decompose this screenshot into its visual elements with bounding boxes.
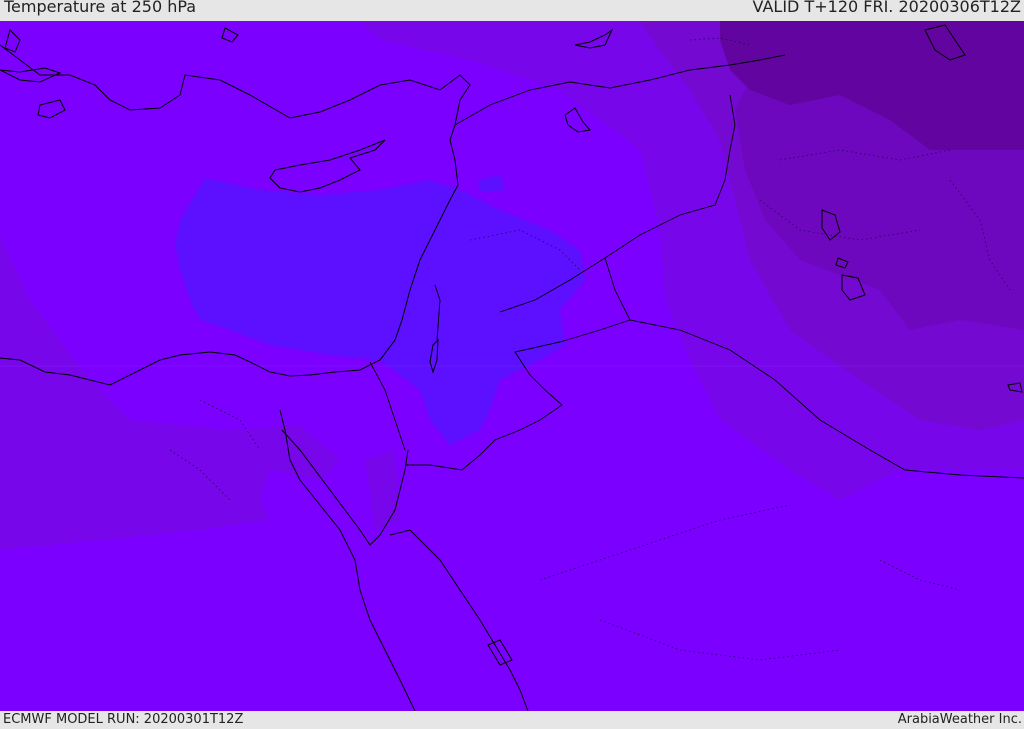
map-title: Temperature at 250 hPa: [4, 0, 197, 16]
footer-bar: ECMWF MODEL RUN: 20200301T12Z ArabiaWeat…: [0, 711, 1024, 729]
header-bar: Temperature at 250 hPa VALID T+120 FRI. …: [0, 0, 1024, 21]
credit: ArabiaWeather Inc.: [897, 712, 1022, 727]
weather-map[interactable]: [0, 21, 1024, 711]
valid-time: VALID T+120 FRI. 20200306T12Z: [752, 0, 1021, 16]
model-run: ECMWF MODEL RUN: 20200301T12Z: [3, 712, 244, 727]
